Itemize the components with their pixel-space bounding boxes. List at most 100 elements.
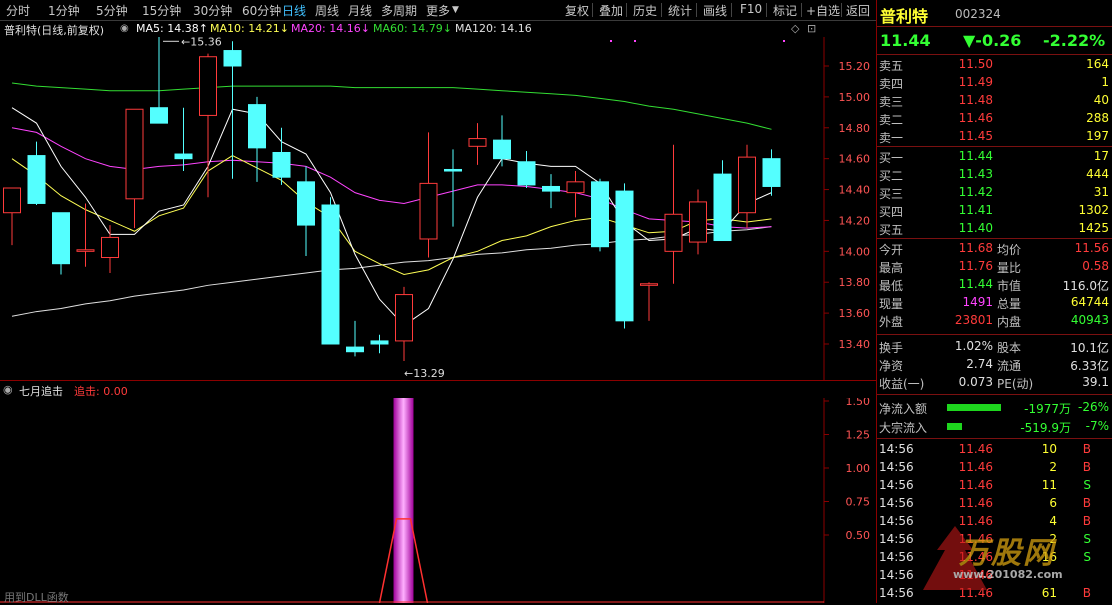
candle-body-down xyxy=(297,181,315,226)
candle-body-down xyxy=(174,153,193,160)
period-tab-daily[interactable]: 日线 xyxy=(282,2,306,19)
candle xyxy=(370,334,389,354)
candle-body-up xyxy=(101,236,119,259)
stats-label: 均价 xyxy=(997,243,1022,257)
period-tab-weekly[interactable]: 周线 xyxy=(315,2,339,19)
order-price: 11.42 xyxy=(958,185,993,199)
ma20-label: MA20: 14.16↓ xyxy=(291,22,370,35)
mark-button[interactable]: 标记 xyxy=(773,2,797,19)
signal-dot xyxy=(634,40,636,42)
collapse-icon[interactable]: ⊡ xyxy=(807,22,816,35)
stats-row: 换手 1.02% 股本 10.1亿 xyxy=(877,338,1112,356)
f10-button[interactable]: F10 xyxy=(740,2,762,16)
overlay-button[interactable]: 叠加 xyxy=(599,2,623,19)
order-volume: 40 xyxy=(1093,93,1109,107)
tick-row: 14:56 11.46 10 B xyxy=(877,441,1112,459)
candle-body-up xyxy=(76,249,95,252)
period-tab-multi[interactable]: 多周期 xyxy=(381,2,417,19)
indicator-tick-label: 0.75 xyxy=(846,496,871,509)
flow-pct: -7% xyxy=(1085,419,1109,433)
candle-body-down xyxy=(346,346,364,353)
last-price: 11.44 xyxy=(880,31,931,50)
order-volume: 31 xyxy=(1093,185,1109,199)
stats-label: 换手 xyxy=(879,341,904,355)
high-marker-label: ←15.36 xyxy=(181,37,222,48)
back-button[interactable]: 返回 xyxy=(846,2,870,19)
period-tab-monthly[interactable]: 月线 xyxy=(348,2,372,19)
order-level-label: 卖二 xyxy=(879,113,904,127)
ma120-label: MA120: 14.16 xyxy=(455,22,532,35)
more-chevron-down-icon[interactable]: ▼ xyxy=(452,5,459,15)
tick-volume: 11 xyxy=(1041,478,1057,492)
stats-value: 6.33亿 xyxy=(1070,359,1109,373)
period-tab-more[interactable]: 更多 xyxy=(426,2,450,19)
tick-time: 14:56 xyxy=(879,478,914,492)
price-tick-label: 15.00 xyxy=(839,91,871,104)
stock-name: 普利特 xyxy=(880,7,929,26)
candlestick-chart[interactable]: 15.20 15.00 14.80 14.60 14.40 14.20 14.00 13.80… xyxy=(0,37,876,380)
order-level-label: 买一 xyxy=(879,151,904,165)
candle-body-down xyxy=(321,204,340,345)
diamond-icon[interactable]: ◇ xyxy=(791,22,799,35)
tick-time: 14:56 xyxy=(879,442,914,456)
order-volume: 288 xyxy=(1086,111,1109,125)
candle xyxy=(591,178,609,252)
tick-volume: 2 xyxy=(1049,460,1057,474)
candle-body-down xyxy=(444,168,462,172)
indicator-chart[interactable]: 1.50 1.25 1.00 0.75 0.50 xyxy=(0,398,876,603)
period-tab-30min[interactable]: 30分钟 xyxy=(193,2,232,19)
tick-row: 14:56 11.46 11 S xyxy=(877,477,1112,495)
add-watchlist-button[interactable]: +自选 xyxy=(806,2,840,19)
flow-row: 净流入额 -1977万 -26% xyxy=(877,399,1112,417)
stats-value: 11.56 xyxy=(1074,241,1109,255)
indicator-settings-icon[interactable]: ◉ xyxy=(3,383,13,396)
candle xyxy=(517,150,536,189)
period-tab-15min[interactable]: 15分钟 xyxy=(142,2,181,19)
candle-body-down xyxy=(52,212,70,265)
stats-label: 流通 xyxy=(997,359,1022,373)
statistics-button[interactable]: 统计 xyxy=(668,2,692,19)
candle-body-down xyxy=(713,173,732,242)
stats-label: 今开 xyxy=(879,243,904,257)
stats-label: 最高 xyxy=(879,261,904,275)
indicator-tick-label: 0.50 xyxy=(846,529,871,542)
period-tab-60min[interactable]: 60分钟 xyxy=(242,2,281,19)
order-row-sell: 卖五 11.50 164 xyxy=(877,56,1112,74)
candle xyxy=(76,203,95,267)
candle xyxy=(125,108,144,229)
price-change: ▼-0.26 xyxy=(963,31,1022,50)
stats-row: 净资 2.74 流通 6.33亿 xyxy=(877,356,1112,374)
history-button[interactable]: 历史 xyxy=(633,2,657,19)
restore-rights-button[interactable]: 复权 xyxy=(565,2,589,19)
stats-label: 外盘 xyxy=(879,315,904,329)
stats-value: 11.76 xyxy=(958,259,993,273)
candle xyxy=(27,141,46,205)
draw-line-button[interactable]: 画线 xyxy=(703,2,727,19)
candle xyxy=(664,144,683,284)
indicator-signal-bar xyxy=(393,398,414,603)
toolbar-divider xyxy=(766,3,767,17)
period-tab-1min[interactable]: 1分钟 xyxy=(48,2,80,19)
candle xyxy=(542,174,560,209)
candle-body-up xyxy=(3,187,21,214)
price-tick-label: 13.40 xyxy=(839,338,871,351)
tick-row: 14:56 11.46 6 B xyxy=(877,495,1112,513)
divider xyxy=(877,238,1112,239)
order-price: 11.46 xyxy=(958,111,993,125)
stats-label: 总量 xyxy=(997,297,1022,311)
candle-body-down xyxy=(272,151,291,178)
period-tab-fenshi[interactable]: 分时 xyxy=(6,2,30,19)
candle-body-up xyxy=(468,138,487,147)
stats-label: 市值 xyxy=(997,279,1022,293)
flow-value: -519.9万 xyxy=(1020,421,1071,435)
tick-time: 14:56 xyxy=(879,496,914,510)
candle xyxy=(321,197,340,345)
toolbar-divider xyxy=(801,3,802,17)
stats-row: 现量 1491 总量 64744 xyxy=(877,294,1112,312)
tick-price: 11.46 xyxy=(958,460,993,474)
tick-price: 11.46 xyxy=(958,478,993,492)
divider xyxy=(877,438,1112,439)
settings-circle-icon[interactable]: ◉ xyxy=(120,23,129,34)
period-tab-5min[interactable]: 5分钟 xyxy=(96,2,128,19)
tick-time: 14:56 xyxy=(879,568,914,582)
